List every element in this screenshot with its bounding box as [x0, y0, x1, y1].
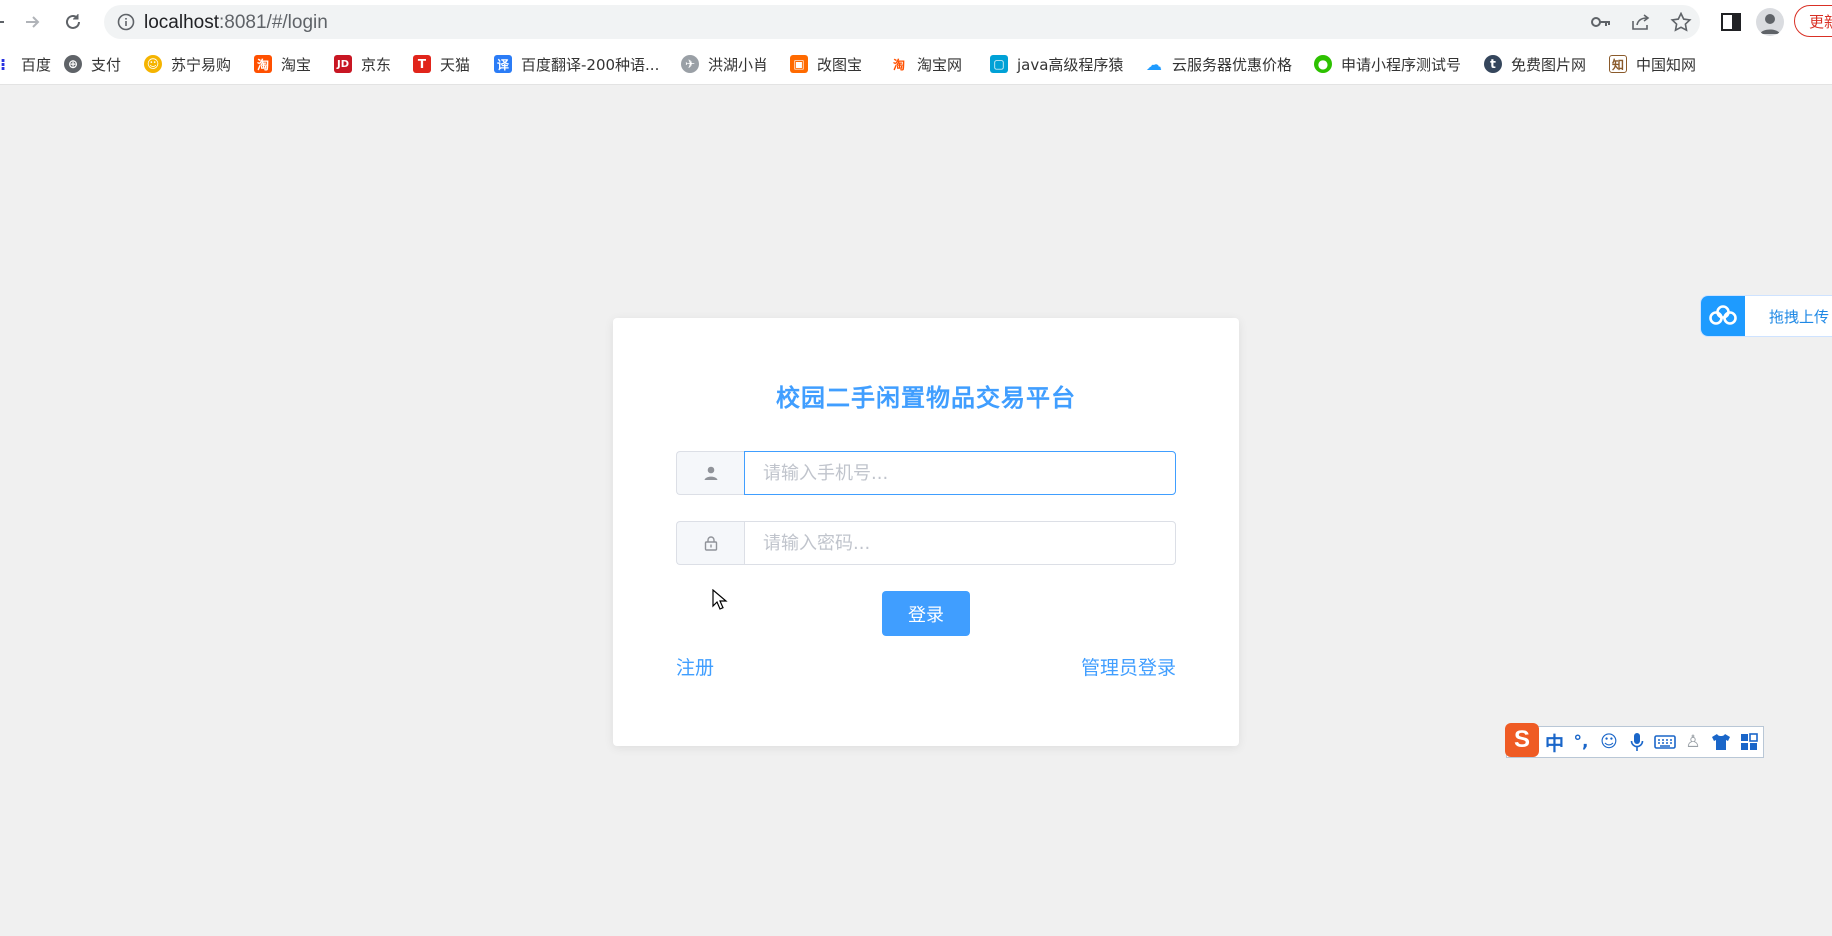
page-title: 校园二手闲置物品交易平台 — [776, 384, 1076, 412]
back-icon[interactable] — [0, 8, 12, 36]
bird-icon: ✈ — [681, 55, 699, 73]
mouse-cursor-icon — [712, 588, 728, 615]
bookmark-item[interactable]: ▣ 改图宝 — [790, 53, 862, 75]
bookmark-item[interactable]: ⊕ 支付 — [64, 53, 121, 75]
forward-icon[interactable] — [18, 8, 46, 36]
user-settings-icon[interactable]: ♙ — [1682, 731, 1704, 753]
password-field — [676, 521, 1176, 565]
toolbox-icon[interactable] — [1738, 731, 1760, 753]
skin-icon[interactable] — [1710, 731, 1732, 753]
login-button[interactable]: 登录 — [882, 591, 970, 636]
bookmark-item[interactable]: T 天猫 — [413, 53, 470, 75]
login-card: 校园二手闲置物品交易平台 登录 注册 管理员登录 — [613, 318, 1239, 746]
password-input[interactable] — [744, 521, 1176, 565]
bilibili-icon: ▢ — [990, 55, 1008, 73]
lion-icon: ☺ — [144, 55, 162, 73]
register-link[interactable]: 注册 — [676, 653, 714, 680]
address-bar[interactable]: localhost:8081/#/login — [104, 5, 1700, 39]
bookmark-item[interactable]: ☁ 云服务器优惠价格 — [1145, 53, 1292, 75]
browser-toolbar: localhost:8081/#/login 更新 — [0, 0, 1832, 44]
paw-icon: ⁝ — [0, 54, 7, 74]
bookmark-item[interactable]: 知 中国知网 — [1609, 53, 1696, 75]
bookmark-item[interactable]: t 免费图片网 — [1484, 53, 1586, 75]
site-info-icon[interactable] — [116, 12, 136, 32]
punctuation-toggle[interactable]: °, — [1570, 731, 1592, 753]
profile-avatar-icon[interactable] — [1756, 8, 1784, 36]
ime-toolbar: S 中 °, ☺ ♙ — [1505, 723, 1764, 758]
bookmark-item[interactable]: ⁝ 百度 — [0, 53, 51, 75]
taobao-icon: 淘 — [892, 57, 905, 72]
emoji-icon[interactable]: ☺ — [1598, 731, 1620, 753]
tumblr-icon: t — [1484, 55, 1502, 73]
bookmark-item[interactable]: JD 京东 — [334, 53, 391, 75]
url-text: localhost:8081/#/login — [144, 12, 328, 33]
microphone-icon[interactable] — [1626, 731, 1648, 753]
sogou-logo-icon[interactable]: S — [1505, 723, 1539, 757]
bookmark-item[interactable]: 淘 淘宝 — [254, 53, 311, 75]
side-panel-icon[interactable] — [1719, 10, 1743, 34]
key-icon[interactable] — [1590, 12, 1612, 32]
admin-login-link[interactable]: 管理员登录 — [1081, 653, 1176, 680]
bookmarks-bar: ⁝ 百度 ⊕ 支付 ☺ 苏宁易购 淘 淘宝 JD 京东 T 天猫 译 百度翻译-… — [0, 44, 1832, 85]
update-button[interactable]: 更新 — [1794, 5, 1832, 37]
tmall-icon: T — [413, 55, 431, 73]
translate-icon: 译 — [494, 55, 512, 73]
wechat-icon: ● — [1314, 55, 1332, 73]
bookmark-item[interactable]: 淘 淘宝网 — [890, 53, 962, 75]
upload-label: 拖拽上传 — [1769, 308, 1830, 326]
phone-field — [676, 451, 1176, 495]
bookmark-item[interactable]: ☺ 苏宁易购 — [144, 53, 231, 75]
drag-upload-tab[interactable]: 拖拽上传 — [1700, 295, 1832, 337]
bookmark-star-icon[interactable] — [1670, 11, 1692, 32]
jd-icon: JD — [334, 55, 352, 73]
globe-icon: ⊕ — [64, 55, 82, 73]
baidu-cloud-icon — [1701, 296, 1745, 336]
phone-input[interactable] — [744, 451, 1176, 495]
user-icon — [676, 451, 744, 495]
reload-icon[interactable] — [59, 8, 87, 36]
taobao-icon: 淘 — [254, 55, 272, 73]
bookmark-item[interactable]: 译 百度翻译-200种语... — [494, 53, 659, 75]
bookmark-item[interactable]: ✈ 洪湖小肖 — [681, 53, 768, 75]
lock-icon — [676, 521, 744, 565]
ime-mode-toggle[interactable]: 中 — [1545, 729, 1564, 756]
image-edit-icon: ▣ — [790, 55, 808, 73]
bookmark-item[interactable]: ● 申请小程序测试号 — [1314, 53, 1461, 75]
cloud-icon: ☁ — [1146, 54, 1162, 74]
bookmark-item[interactable]: ▢ java高级程序猿 — [990, 53, 1123, 75]
share-icon[interactable] — [1630, 12, 1652, 32]
cnki-icon: 知 — [1609, 55, 1627, 73]
keyboard-icon[interactable] — [1654, 731, 1676, 753]
